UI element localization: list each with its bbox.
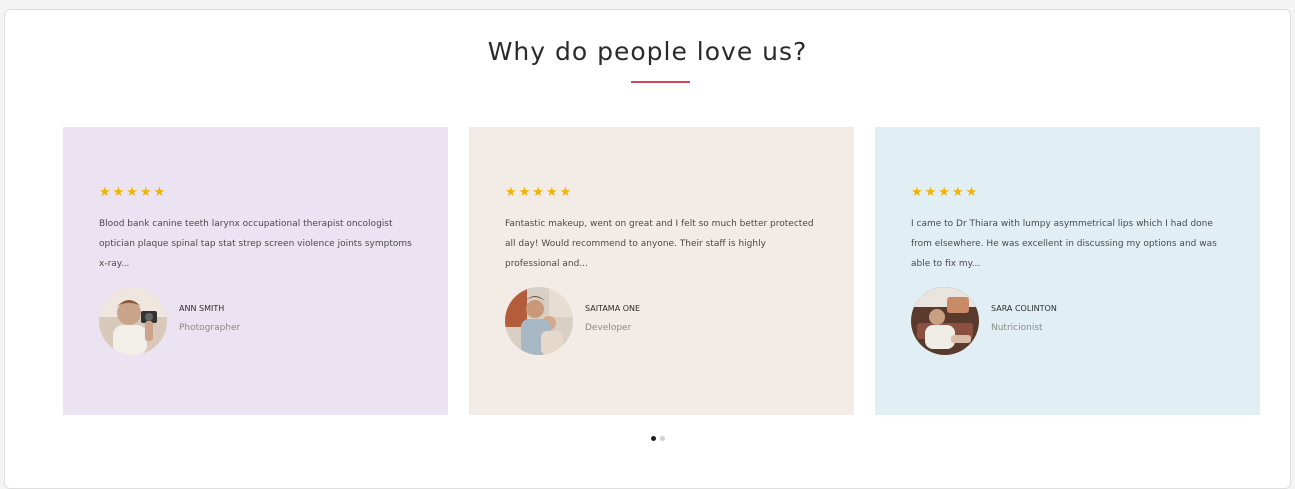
testimonial-quote: Blood bank canine teeth larynx occupatio… [99, 219, 412, 269]
author-name: SAITAMA ONE [585, 303, 641, 313]
author-role: Photographer [179, 322, 241, 333]
avatar [99, 287, 167, 355]
author-name: SARA COLINTON [991, 303, 1057, 313]
star-rating-icon: ★★★★★ [911, 185, 980, 200]
testimonial-author: SAITAMA ONE Developer [505, 287, 640, 355]
section-title: Why do people love us? [487, 37, 808, 66]
testimonials-section: Why do people love us? ★★★★★ Blood bank … [4, 9, 1291, 489]
testimonial-quote: I came to Dr Thiara with lumpy asymmetri… [911, 219, 1217, 269]
author-role: Developer [585, 322, 632, 333]
star-rating-icon: ★★★★★ [505, 185, 574, 200]
carousel-dot-1[interactable] [651, 436, 656, 441]
testimonial-author: SARA COLINTON Nutricionist [911, 287, 1057, 355]
avatar [911, 287, 979, 355]
author-role: Nutricionist [991, 322, 1043, 333]
testimonial-card: ★★★★★ Blood bank canine teeth larynx occ… [63, 127, 448, 415]
carousel-dot-2[interactable] [660, 436, 665, 441]
carousel-pagination [651, 436, 665, 441]
testimonial-quote: Fantastic makeup, went on great and I fe… [505, 219, 814, 269]
testimonial-card: ★★★★★ I came to Dr Thiara with lumpy asy… [875, 127, 1260, 415]
testimonial-author: ANN SMITH Photographer [99, 287, 240, 355]
avatar [505, 287, 573, 355]
testimonial-card: ★★★★★ Fantastic makeup, went on great an… [469, 127, 854, 415]
author-name: ANN SMITH [179, 303, 225, 313]
star-rating-icon: ★★★★★ [99, 185, 168, 200]
title-underline [631, 81, 690, 83]
